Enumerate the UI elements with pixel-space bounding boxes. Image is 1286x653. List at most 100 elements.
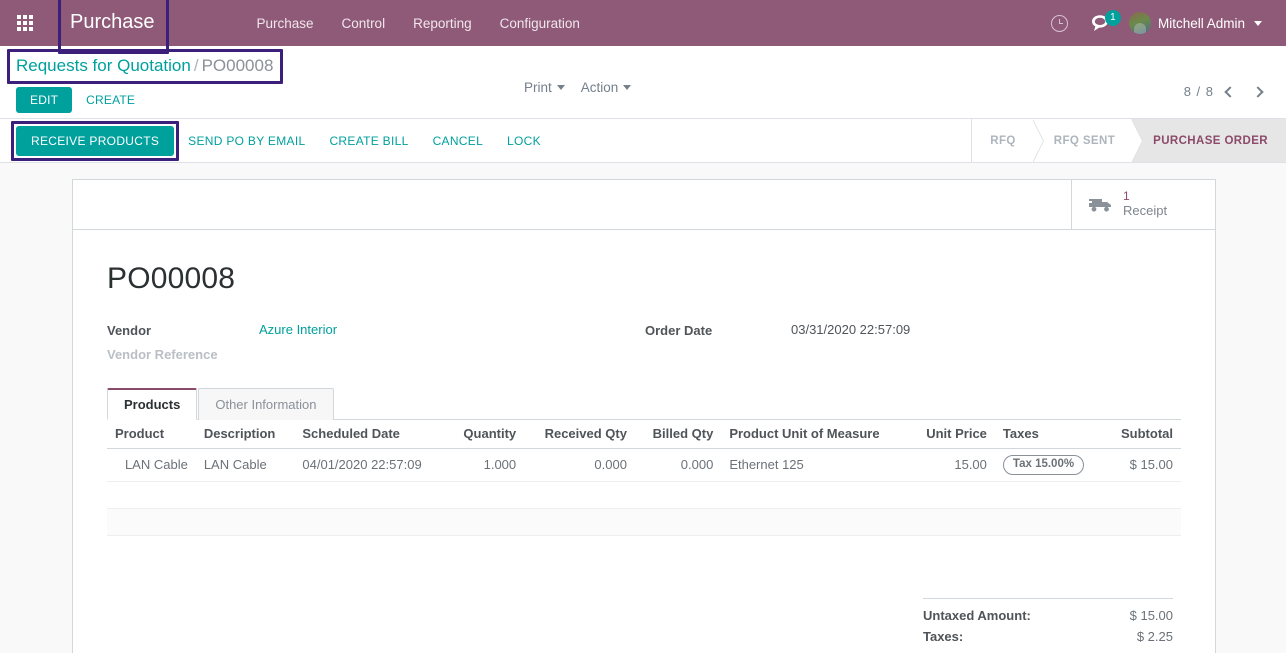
notebook-tabs: Products Other Information <box>107 388 1181 420</box>
edit-button[interactable]: EDIT <box>16 87 73 113</box>
table-header-row: Product Description Scheduled Date Quant… <box>107 420 1181 449</box>
table-row[interactable]: LAN Cable LAN Cable 04/01/2020 22:57:09 … <box>107 448 1181 482</box>
cancel-button[interactable]: CANCEL <box>423 127 493 155</box>
messages-count-badge: 1 <box>1104 10 1121 26</box>
breadcrumb-current: PO00008 <box>201 56 274 75</box>
col-scheduled-date: Scheduled Date <box>294 420 447 449</box>
receive-products-wrapper: RECEIVE PRODUCTS <box>11 120 180 161</box>
order-date-value[interactable]: 03/31/2020 22:57:09 <box>791 322 1181 337</box>
control-panel-dropdowns: Print Action <box>518 76 637 99</box>
create-button[interactable]: CREATE <box>78 88 143 112</box>
taxes-row: Taxes: $ 2.25 <box>923 626 1173 647</box>
breadcrumb: Requests for Quotation / PO00008 <box>10 54 279 79</box>
order-date-label: Order Date <box>645 323 713 338</box>
untaxed-amount-row: Untaxed Amount: $ 15.00 <box>923 605 1173 626</box>
chevron-left-icon <box>1224 85 1236 98</box>
cell-description: LAN Cable <box>195 448 295 482</box>
tab-products[interactable]: Products <box>107 388 198 420</box>
status-pipeline: RFQ RFQ SENT PURCHASE ORDER <box>971 119 1286 163</box>
menu-item-configuration[interactable]: Configuration <box>486 10 594 37</box>
smart-button-box: 1 Receipt <box>73 180 1215 230</box>
form-area: 1 Receipt PO00008 Vendor Azure Interior … <box>0 163 1286 653</box>
totals-section: Untaxed Amount: $ 15.00 Taxes: $ 2.25 <box>107 597 1181 647</box>
col-received-qty: Received Qty <box>524 420 635 449</box>
col-quantity: Quantity <box>446 420 525 449</box>
navbar-right-tools: 1 Mitchell Admin <box>1043 6 1276 40</box>
menu-item-purchase[interactable]: Purchase <box>243 10 328 37</box>
col-description: Description <box>195 420 295 449</box>
col-uom: Product Unit of Measure <box>721 420 909 449</box>
action-dropdown[interactable]: Action <box>575 76 638 99</box>
create-bill-button[interactable]: CREATE BILL <box>319 127 418 155</box>
workflow-buttons: RECEIVE PRODUCTS SEND PO BY EMAIL CREATE… <box>0 119 551 162</box>
avatar <box>1128 12 1151 34</box>
cell-unit-price: 15.00 <box>908 448 995 482</box>
col-unit-price: Unit Price <box>908 420 995 449</box>
order-lines-table: Product Description Scheduled Date Quant… <box>107 420 1181 536</box>
pager-previous-button[interactable] <box>1218 85 1242 98</box>
col-taxes: Taxes <box>994 420 1105 449</box>
status-step-rfq[interactable]: RFQ <box>972 119 1045 163</box>
control-panel-buttons: EDIT CREATE <box>10 87 279 113</box>
cell-uom: Ethernet 125 <box>721 448 909 482</box>
user-name-label: Mitchell Admin <box>1157 15 1245 31</box>
messages-menu[interactable]: 1 <box>1081 6 1121 40</box>
receipt-smart-button[interactable]: 1 Receipt <box>1071 180 1215 229</box>
action-status-bar: RECEIVE PRODUCTS SEND PO BY EMAIL CREATE… <box>0 119 1286 163</box>
print-label: Print <box>524 80 552 95</box>
print-dropdown[interactable]: Print <box>518 76 571 99</box>
brand-wrapper: Purchase <box>58 0 169 54</box>
cell-quantity: 1.000 <box>446 448 525 482</box>
vendor-reference-label: Vendor Reference <box>107 347 218 362</box>
cell-taxes: Tax 15.00% <box>994 448 1105 482</box>
form-sheet: 1 Receipt PO00008 Vendor Azure Interior … <box>72 179 1216 653</box>
tax-badge: Tax 15.00% <box>1002 455 1085 475</box>
cell-subtotal: $ 15.00 <box>1104 448 1181 482</box>
taxes-label: Taxes: <box>923 628 964 644</box>
page-title: PO00008 <box>107 262 236 295</box>
chevron-down-icon <box>1254 20 1262 26</box>
cell-billed-qty: 0.000 <box>634 448 722 482</box>
cell-product: LAN Cable <box>107 448 196 482</box>
chevron-down-icon <box>556 85 565 90</box>
breadcrumb-parent-link[interactable]: Requests for Quotation <box>16 56 191 75</box>
app-brand-purchase[interactable]: Purchase <box>60 6 165 40</box>
untaxed-amount-label: Untaxed Amount: <box>923 607 1031 623</box>
chevron-down-icon <box>623 85 632 90</box>
tab-other-information[interactable]: Other Information <box>198 388 334 420</box>
user-menu[interactable]: Mitchell Admin <box>1125 8 1268 38</box>
cell-received-qty: 0.000 <box>524 448 635 482</box>
clock-icon[interactable] <box>1043 6 1077 40</box>
pager: 8 / 8 <box>1184 54 1276 99</box>
receipt-label: Receipt <box>1123 202 1168 218</box>
col-product: Product <box>107 420 196 449</box>
chevron-right-icon <box>1252 85 1264 98</box>
pager-value: 8 / 8 <box>1183 84 1214 99</box>
truck-icon <box>1088 196 1114 214</box>
sheet-body: PO00008 Vendor Azure Interior Order Date… <box>73 230 1215 647</box>
vendor-value[interactable]: Azure Interior <box>259 322 645 337</box>
untaxed-amount-value: $ 15.00 <box>1129 607 1173 623</box>
status-step-purchase-order[interactable]: PURCHASE ORDER <box>1131 119 1286 162</box>
taxes-value: $ 2.25 <box>1136 628 1173 644</box>
col-billed-qty: Billed Qty <box>634 420 722 449</box>
menu-item-control[interactable]: Control <box>328 10 400 37</box>
pager-next-button[interactable] <box>1246 85 1270 98</box>
send-po-by-email-button[interactable]: SEND PO BY EMAIL <box>178 127 315 155</box>
lock-button[interactable]: LOCK <box>497 127 551 155</box>
receive-products-button[interactable]: RECEIVE PRODUCTS <box>16 125 175 156</box>
breadcrumb-separator: / <box>193 56 199 75</box>
action-label: Action <box>580 80 619 95</box>
col-subtotal: Subtotal <box>1104 420 1181 449</box>
vendor-label: Vendor <box>107 323 152 338</box>
apps-grid-icon[interactable] <box>8 6 42 40</box>
control-panel: Requests for Quotation / PO00008 EDIT CREA… <box>0 46 1286 119</box>
status-step-rfq-sent[interactable]: RFQ SENT <box>1031 119 1144 163</box>
table-empty-row <box>107 481 1181 509</box>
cell-scheduled-date: 04/01/2020 22:57:09 <box>294 448 447 482</box>
receipt-count: 1 <box>1123 189 1130 204</box>
breadcrumb-wrapper: Requests for Quotation / PO00008 <box>7 49 284 84</box>
top-navbar: Purchase Purchase Control Reporting Conf… <box>0 0 1286 54</box>
menu-item-reporting[interactable]: Reporting <box>399 10 486 37</box>
table-add-line-row[interactable] <box>107 508 1181 536</box>
